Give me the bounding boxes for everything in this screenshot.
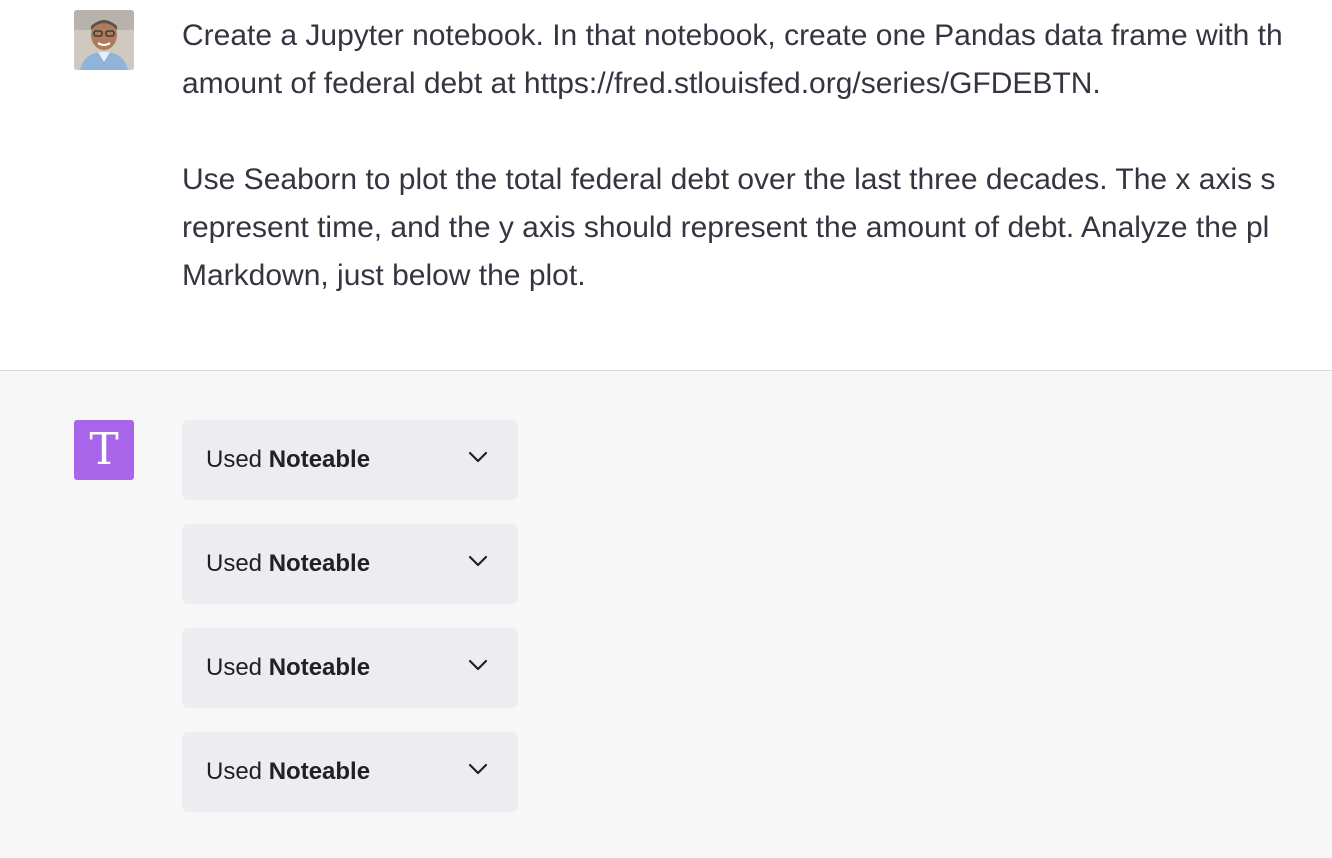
user-line: Create a Jupyter notebook. In that noteb… <box>182 19 1283 52</box>
tool-call-toggle[interactable]: Used Noteable <box>182 420 518 500</box>
user-avatar <box>74 10 134 70</box>
user-message: Create a Jupyter notebook. In that noteb… <box>0 0 1332 371</box>
user-avatar-photo <box>74 10 134 70</box>
tool-call-label: Used Noteable <box>206 756 370 788</box>
tool-call-label: Used Noteable <box>206 444 370 476</box>
tool-call-label: Used Noteable <box>206 548 370 580</box>
tool-call-plugin: Noteable <box>268 446 371 473</box>
tool-call-prefix: Used <box>206 758 263 785</box>
assistant-message: T Used Noteable Used Noteable Used Notea… <box>0 371 1332 858</box>
user-message-text: Create a Jupyter notebook. In that noteb… <box>182 12 1332 300</box>
tool-call-toggle[interactable]: Used Noteable <box>182 524 518 604</box>
user-line: represent time, and the y axis should re… <box>182 211 1270 244</box>
assistant-avatar: T <box>74 420 134 480</box>
tool-call-plugin: Noteable <box>268 758 371 785</box>
tool-call-plugin: Noteable <box>268 654 371 681</box>
tool-call-prefix: Used <box>206 446 263 473</box>
chevron-down-icon <box>468 763 488 775</box>
chevron-down-icon <box>468 555 488 567</box>
user-line: amount of federal debt at https://fred.s… <box>182 67 1101 100</box>
tool-call-prefix: Used <box>206 654 263 681</box>
tool-call-label: Used Noteable <box>206 652 370 684</box>
user-paragraph-2: Use Seaborn to plot the total federal de… <box>182 156 1332 300</box>
tool-call-toggle[interactable]: Used Noteable <box>182 732 518 812</box>
user-line: Markdown, just below the plot. <box>182 259 586 292</box>
user-paragraph-1: Create a Jupyter notebook. In that noteb… <box>182 12 1332 108</box>
chevron-down-icon <box>468 659 488 671</box>
tool-call-prefix: Used <box>206 550 263 577</box>
chevron-down-icon <box>468 451 488 463</box>
user-line: Use Seaborn to plot the total federal de… <box>182 163 1276 196</box>
tool-call-plugin: Noteable <box>268 550 371 577</box>
tool-call-toggle[interactable]: Used Noteable <box>182 628 518 708</box>
